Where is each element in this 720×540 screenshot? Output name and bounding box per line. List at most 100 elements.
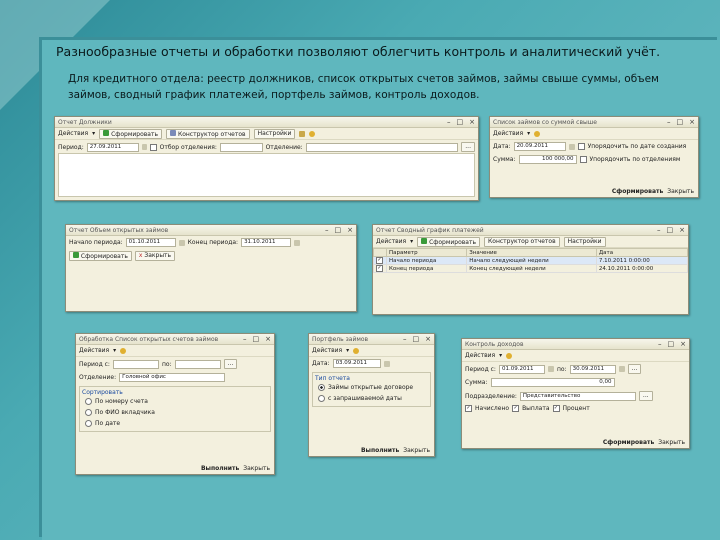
- date-cell[interactable]: 7.10.2011 0:00:00: [595, 256, 688, 265]
- close-button[interactable]: Закрыть: [403, 447, 430, 454]
- minimize-icon[interactable]: –: [447, 118, 451, 126]
- radio-icon[interactable]: [85, 420, 92, 427]
- chevron-down-icon[interactable]: ▾: [346, 347, 349, 354]
- chevron-down-icon[interactable]: ▾: [499, 352, 502, 359]
- report-type-option[interactable]: с запрашиваемой даты: [315, 393, 428, 404]
- period-to-input[interactable]: [174, 359, 221, 369]
- radio-icon[interactable]: [318, 395, 325, 402]
- actions-menu[interactable]: Действия: [58, 130, 88, 137]
- select-branches-input[interactable]: [219, 142, 263, 152]
- maximize-icon[interactable]: □: [667, 226, 674, 234]
- settings-button[interactable]: Настройки: [563, 236, 606, 247]
- calendar-icon[interactable]: [294, 239, 301, 246]
- help-icon[interactable]: [534, 130, 541, 137]
- generate-button[interactable]: Сформировать: [603, 439, 654, 446]
- close-icon[interactable]: ×: [680, 340, 686, 348]
- sort-by-date-checkbox[interactable]: [577, 143, 585, 150]
- period-choose-button[interactable]: ...: [223, 359, 238, 369]
- branch-input[interactable]: Головной офис: [119, 373, 226, 382]
- branch-input[interactable]: [305, 142, 459, 152]
- calendar-icon[interactable]: [178, 239, 185, 246]
- minimize-icon[interactable]: –: [657, 226, 661, 234]
- generate-button[interactable]: Сформировать: [417, 236, 481, 247]
- period-input[interactable]: 27.09.2011: [86, 142, 139, 152]
- payout-checkbox[interactable]: ✓: [512, 405, 520, 412]
- row-checkbox[interactable]: ✓: [376, 265, 383, 272]
- end-input[interactable]: 31.10.2011: [241, 238, 292, 247]
- chevron-down-icon[interactable]: ▾: [410, 238, 413, 245]
- report-designer-button[interactable]: Конструктор отчетов: [484, 236, 560, 247]
- value-cell[interactable]: Начало следующей недели: [466, 256, 597, 265]
- actions-menu[interactable]: Действия: [376, 238, 406, 245]
- calendar-icon[interactable]: [141, 144, 148, 150]
- branch-input[interactable]: Представительство: [519, 391, 636, 401]
- close-icon[interactable]: ×: [679, 226, 685, 234]
- minimize-icon[interactable]: –: [403, 335, 407, 343]
- maximize-icon[interactable]: □: [335, 226, 342, 234]
- sort-by-branch-checkbox[interactable]: [579, 156, 587, 163]
- sort-option[interactable]: По номеру счета: [82, 396, 268, 407]
- row-checkbox[interactable]: ✓: [376, 257, 383, 264]
- date-cell[interactable]: 24.10.2011 0:00:00: [595, 264, 688, 273]
- sort-option[interactable]: По дате: [82, 418, 268, 429]
- chevron-down-icon[interactable]: ▾: [527, 130, 530, 137]
- period-from-input[interactable]: 01.09.2011: [498, 364, 545, 374]
- minimize-icon[interactable]: –: [325, 226, 329, 234]
- table-row[interactable]: ✓ Конец периода Конец следующей недели 24.1…: [373, 264, 688, 273]
- help-icon[interactable]: [309, 130, 316, 137]
- close-icon[interactable]: ×: [265, 335, 271, 343]
- period-choose-button[interactable]: ...: [627, 364, 642, 374]
- maximize-icon[interactable]: □: [677, 118, 684, 126]
- actions-menu[interactable]: Действия: [465, 352, 495, 359]
- calendar-icon[interactable]: [618, 366, 625, 372]
- run-button[interactable]: Выполнить: [361, 447, 399, 454]
- calendar-icon[interactable]: [383, 360, 390, 367]
- value-cell[interactable]: Конец следующей недели: [466, 264, 597, 273]
- close-button[interactable]: x Закрыть: [134, 251, 176, 261]
- branch-choose-button[interactable]: ...: [461, 142, 475, 152]
- run-button[interactable]: Выполнить: [201, 465, 239, 472]
- branch-choose-button[interactable]: ...: [638, 391, 653, 401]
- close-icon[interactable]: ×: [347, 226, 353, 234]
- radio-icon[interactable]: [318, 384, 325, 391]
- date-input[interactable]: 20.09.2011: [513, 142, 566, 151]
- actions-menu[interactable]: Действия: [493, 130, 523, 137]
- help-icon[interactable]: [120, 347, 127, 354]
- maximize-icon[interactable]: □: [457, 118, 464, 126]
- calendar-icon[interactable]: [568, 143, 575, 150]
- interest-checkbox[interactable]: ✓: [552, 405, 560, 412]
- close-icon[interactable]: ×: [689, 118, 695, 126]
- settings-button[interactable]: Настройки: [253, 128, 296, 139]
- maximize-icon[interactable]: □: [253, 335, 260, 343]
- select-branches-checkbox[interactable]: [150, 143, 157, 151]
- close-button[interactable]: Закрыть: [243, 465, 270, 472]
- chevron-down-icon[interactable]: ▾: [113, 347, 116, 354]
- actions-menu[interactable]: Действия: [79, 347, 109, 354]
- actions-menu[interactable]: Действия: [312, 347, 342, 354]
- sort-option[interactable]: По ФИО вкладчика: [82, 407, 268, 418]
- sum-input[interactable]: 100 000,00: [518, 155, 577, 164]
- close-icon[interactable]: ×: [469, 118, 475, 126]
- start-input[interactable]: 01.10.2011: [125, 238, 176, 247]
- settings-icon[interactable]: [299, 130, 306, 137]
- close-button[interactable]: Закрыть: [658, 439, 685, 446]
- maximize-icon[interactable]: □: [668, 340, 675, 348]
- period-from-input[interactable]: [112, 359, 159, 369]
- radio-icon[interactable]: [85, 409, 92, 416]
- maximize-icon[interactable]: □: [413, 335, 420, 343]
- minimize-icon[interactable]: –: [658, 340, 662, 348]
- minimize-icon[interactable]: –: [667, 118, 671, 126]
- radio-icon[interactable]: [85, 398, 92, 405]
- generate-button[interactable]: Сформировать: [99, 128, 163, 139]
- minimize-icon[interactable]: –: [243, 335, 247, 343]
- accrued-checkbox[interactable]: ✓: [465, 405, 472, 412]
- chevron-down-icon[interactable]: ▾: [92, 130, 95, 137]
- period-to-input[interactable]: 30.09.2011: [569, 364, 616, 374]
- close-icon[interactable]: ×: [425, 335, 431, 343]
- report-type-option[interactable]: Займы открытые договоре: [315, 382, 428, 393]
- help-icon[interactable]: [506, 352, 513, 359]
- report-designer-button[interactable]: Конструктор отчетов: [166, 128, 250, 139]
- table-row[interactable]: ✓ Начало периода Начало следующей недели 7.…: [373, 256, 688, 265]
- close-button[interactable]: Закрыть: [667, 188, 694, 195]
- generate-button[interactable]: Сформировать: [69, 251, 132, 261]
